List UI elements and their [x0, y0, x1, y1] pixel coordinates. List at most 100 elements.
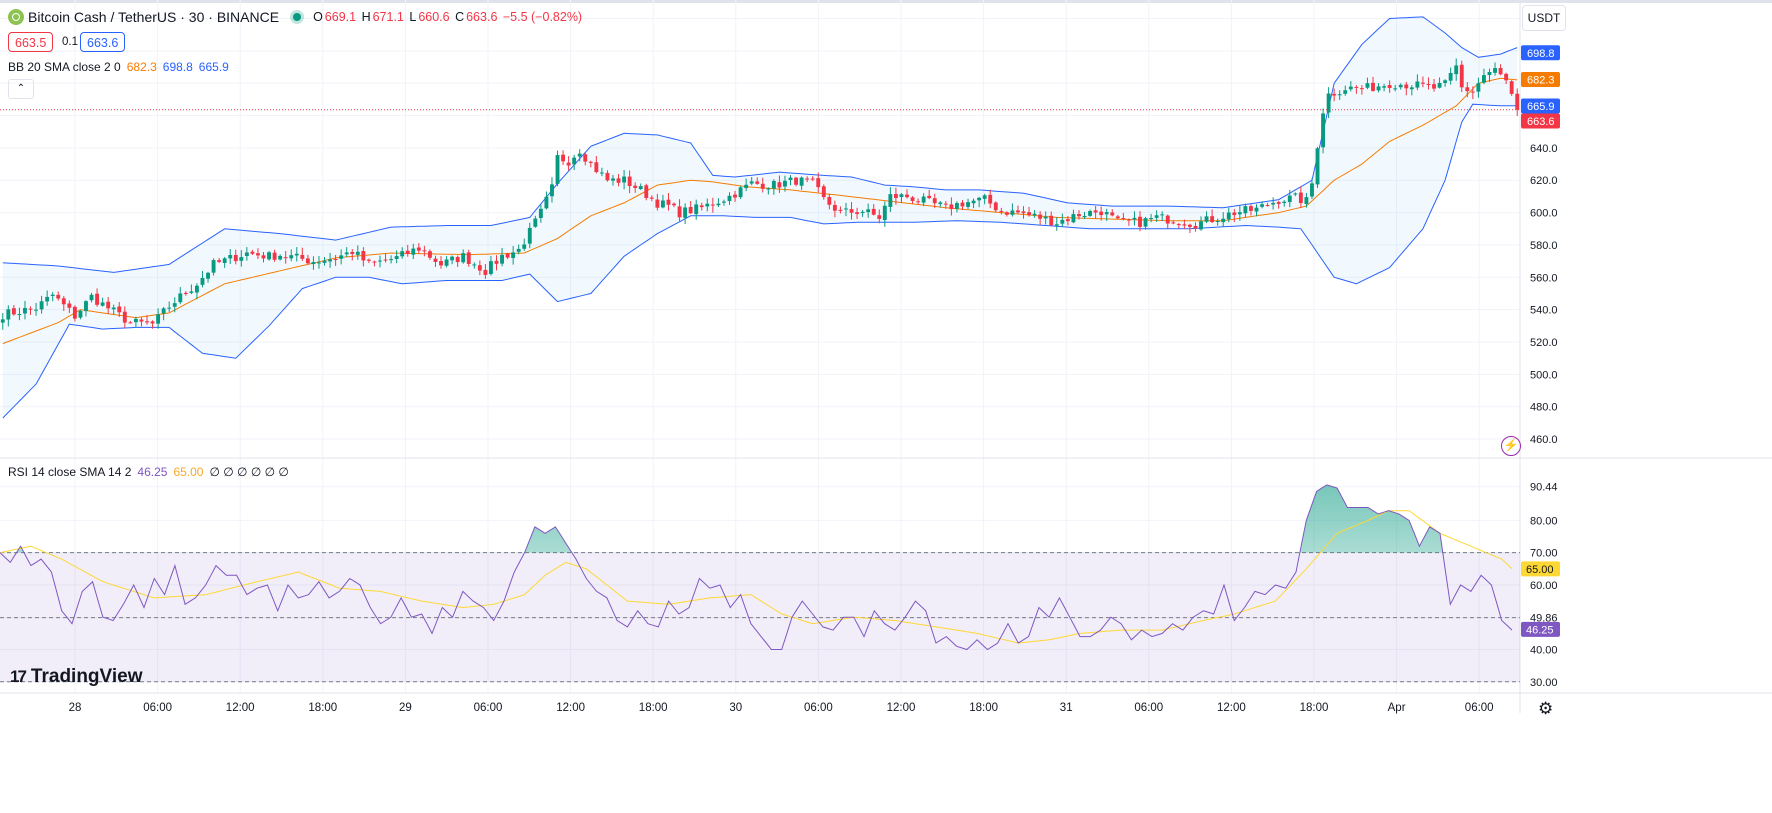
candle	[866, 209, 871, 213]
candle	[1393, 88, 1398, 90]
candle	[777, 182, 782, 188]
currency-selector[interactable]: USDT	[1522, 5, 1566, 31]
candle	[683, 207, 688, 218]
candle	[39, 301, 44, 310]
candle	[882, 205, 887, 221]
price-label-lower-text: 665.9	[1527, 101, 1555, 113]
candle	[250, 251, 255, 254]
candle	[1354, 86, 1359, 88]
price-tick-label: 620.0	[1530, 175, 1558, 187]
candle	[34, 309, 38, 311]
candle	[294, 253, 299, 256]
candle	[966, 202, 970, 207]
candle	[111, 307, 116, 310]
price-tick-label: 540.0	[1530, 305, 1558, 317]
price-tick-label: 580.0	[1530, 240, 1558, 252]
chart-canvas[interactable]: 460.0 480.0 500.0 520.0 540.0 560.0 580.0 600.0…	[0, 0, 1772, 813]
candle	[194, 285, 199, 293]
time-tick-label: 31	[1060, 702, 1073, 714]
price-tick-label: 480.0	[1530, 402, 1558, 414]
time-tick-label: 06:00	[1465, 702, 1494, 714]
candle	[200, 277, 205, 285]
tradingview-logo[interactable]: 17 TradingView	[10, 666, 143, 688]
candle	[1476, 83, 1481, 92]
symbol-legend: Bitcoin Cash / TetherUS · 30 · BINANCE O…	[8, 9, 584, 25]
bitcoin-cash-icon	[8, 9, 24, 25]
candle	[444, 259, 449, 266]
candle	[1448, 72, 1453, 81]
candle	[461, 253, 466, 263]
candle	[1265, 205, 1270, 207]
price-tick-label: 520.0	[1530, 337, 1558, 349]
symbol-title[interactable]: Bitcoin Cash / TetherUS · 30 · BINANCE	[28, 9, 279, 25]
candle	[1376, 86, 1381, 91]
candle	[1509, 81, 1514, 94]
tradingview-brand: TradingView	[30, 666, 143, 687]
candle	[1182, 224, 1187, 226]
candle	[1282, 201, 1287, 203]
candle	[1454, 65, 1459, 75]
candle	[1115, 216, 1120, 219]
candle	[905, 194, 909, 198]
candle	[1221, 218, 1226, 223]
candle	[771, 181, 776, 189]
candle	[960, 202, 965, 207]
candle	[788, 177, 793, 181]
candle	[305, 258, 310, 264]
candle	[855, 212, 860, 214]
candle	[1215, 220, 1220, 222]
candle	[189, 291, 194, 293]
candle	[755, 181, 760, 184]
candle	[710, 204, 715, 206]
collapse-legend-button[interactable]: ⌃	[8, 79, 34, 99]
sell-price-button[interactable]: 663.5	[8, 32, 54, 52]
candle	[916, 201, 921, 203]
rsi-legend[interactable]: RSI 14 close SMA 14 2 46.25 65.00 ∅ ∅ ∅ ∅ ∅…	[8, 465, 295, 479]
candle	[938, 202, 943, 205]
candle	[1176, 224, 1181, 226]
candle	[139, 319, 144, 322]
candle	[660, 200, 665, 208]
candle	[749, 181, 754, 184]
candle	[383, 259, 388, 261]
candle	[145, 321, 149, 323]
candle	[161, 308, 166, 314]
bb-legend-basis: 682.3	[126, 60, 157, 74]
candle	[1254, 207, 1259, 212]
time-tick-label: 06:00	[143, 702, 172, 714]
candle	[927, 195, 932, 199]
candle	[416, 247, 421, 251]
lightning-icon[interactable]: ⚡	[1501, 436, 1521, 456]
bb-legend-name: BB 20 SMA close 2 0	[8, 60, 121, 74]
candle	[206, 272, 210, 279]
candle	[1077, 214, 1081, 217]
candle	[733, 194, 737, 198]
candle	[1187, 224, 1192, 227]
candle	[943, 203, 948, 205]
buy-price-button[interactable]: 663.6	[80, 32, 126, 52]
candle	[999, 211, 1004, 213]
ohlc-change: −5.5 (−0.82%)	[502, 10, 583, 24]
candle	[744, 184, 749, 189]
candle	[300, 254, 305, 259]
candle	[1038, 214, 1043, 219]
candle	[949, 204, 954, 210]
candle	[722, 201, 726, 203]
candle	[511, 252, 516, 259]
gear-icon[interactable]: ⚙	[1538, 699, 1553, 719]
time-tick-label: 28	[69, 702, 82, 714]
candle	[211, 260, 216, 273]
candle	[311, 262, 316, 265]
candle	[378, 260, 382, 262]
candle	[28, 308, 33, 310]
candle	[133, 318, 138, 323]
candle	[1310, 183, 1314, 197]
candle	[566, 162, 571, 166]
candle	[1271, 202, 1276, 205]
candle	[694, 204, 699, 215]
candle	[633, 185, 638, 188]
candle	[1082, 215, 1087, 218]
bb-legend[interactable]: BB 20 SMA close 2 0 682.3 698.8 665.9	[8, 60, 235, 74]
candle	[877, 215, 882, 219]
candle	[988, 194, 993, 204]
